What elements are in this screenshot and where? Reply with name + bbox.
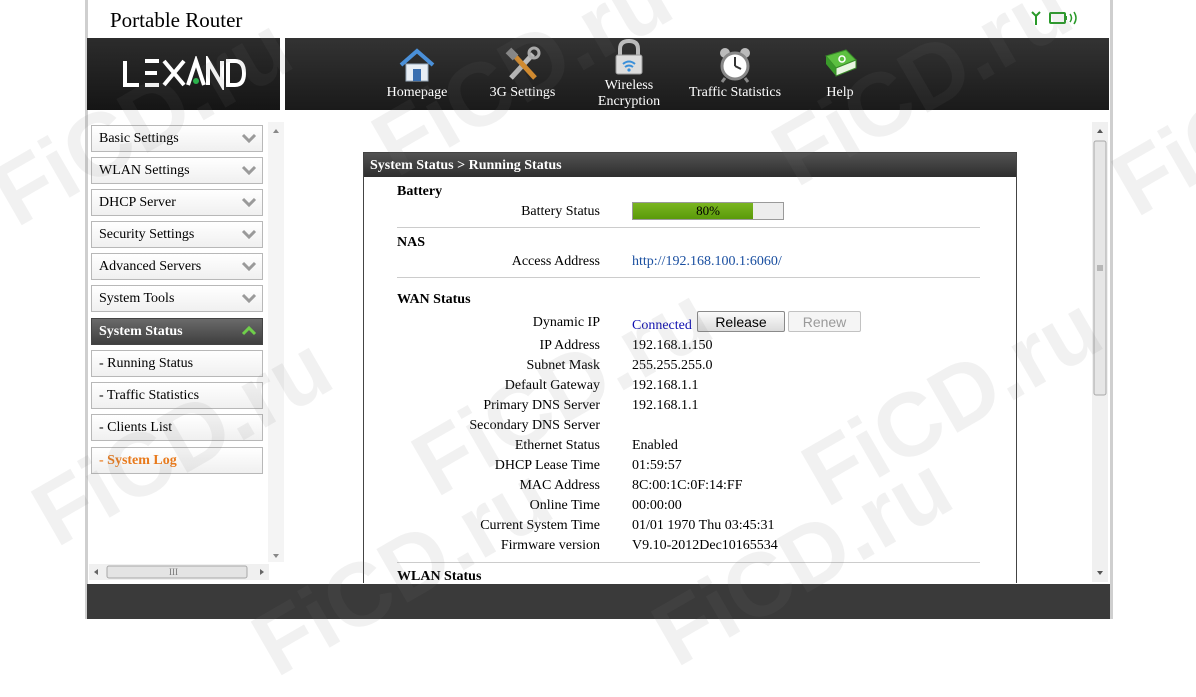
wan-field-label: Ethernet Status [514,438,600,453]
chevron-down-icon [241,197,257,208]
sidebar-item-system-tools[interactable]: System Tools [91,285,263,312]
antenna-icon [1031,11,1041,25]
wan-field-value: Enabled [632,438,678,453]
chevron-up-icon [241,325,257,336]
wan-field-value: 01/01 1970 Thu 03:45:31 [632,518,775,533]
nav-homepage[interactable]: Homepage [377,38,457,110]
sidebar-item-basic-settings[interactable]: Basic Settings [91,125,263,152]
top-navigation: Homepage 3G Settings Wireless Encryption… [285,38,1109,110]
sidebar-subitem-clients-list[interactable]: - Clients List [91,414,263,441]
status-panel: System Status > Running Status Battery B… [363,152,1017,583]
footer-bar [87,584,1110,619]
wan-field-label: MAC Address [519,478,600,493]
battery-icon [1049,11,1077,25]
section-title-wan: WAN Status [397,292,471,307]
sidebar-item-label: System Tools [99,291,175,306]
nav-wireless-encryption[interactable]: Wireless Encryption [585,38,673,110]
sidebar-item-label: - Clients List [99,420,173,435]
nav-label: Homepage [386,85,448,100]
divider [397,277,980,278]
wan-field-label: Primary DNS Server [483,398,600,413]
nav-label: Wireless Encryption [597,78,661,109]
wan-field-label: DHCP Lease Time [494,458,600,473]
lock-icon [615,38,643,75]
sidebar-menu: Basic Settings WLAN Settings DHCP Server… [87,118,285,583]
renew-button[interactable]: Renew [788,311,861,332]
sidebar-item-label: - Traffic Statistics [99,388,200,403]
sidebar-item-label: WLAN Settings [99,163,190,178]
battery-percent: 80% [696,203,720,218]
lexand-logo [123,56,247,90]
sidebar-subitem-system-log[interactable]: - System Log [91,447,263,474]
sidebar-subitem-traffic-statistics[interactable]: - Traffic Statistics [91,382,263,409]
wan-field-label: Default Gateway [504,378,600,393]
main-vertical-scrollbar[interactable] [1092,122,1108,582]
sidebar-vertical-scrollbar[interactable] [268,122,284,562]
home-icon [399,48,435,82]
main-content: System Status > Running Status Battery B… [290,118,1109,583]
alarm-clock-icon [720,48,750,83]
wan-field-label: Subnet Mask [526,358,601,373]
connection-status: Connected [632,318,692,333]
wan-field-label: Firmware version [500,538,600,553]
section-title-nas: NAS [397,235,426,250]
page-title: Portable Router [110,8,243,32]
sidebar-item-label: System Status [99,324,183,339]
section-title-wlan: WLAN Status [397,569,482,583]
nav-label: Traffic Statistics [688,85,782,100]
sidebar-item-dhcp-server[interactable]: DHCP Server [91,189,263,216]
sidebar-item-label: - System Log [99,453,177,468]
wan-field-value: 8C:00:1C:0F:14:FF [632,478,743,493]
wan-field-value: 192.168.1.1 [632,378,699,393]
tools-icon [505,46,540,80]
wan-field-label: Current System Time [480,518,600,533]
sidebar-item-label: DHCP Server [99,195,176,210]
nav-3g-settings[interactable]: 3G Settings [480,38,565,110]
sidebar-item-system-status[interactable]: System Status [91,318,263,345]
scrollbar-grip: III [169,567,178,577]
divider [397,562,980,563]
wan-field-value: 01:59:57 [632,458,682,473]
sidebar-item-wlan-settings[interactable]: WLAN Settings [91,157,263,184]
nav-label: Help [826,85,854,100]
wan-field-value: 00:00:00 [632,498,682,513]
wan-field-value: 255.255.255.0 [632,358,713,373]
battery-bar: 80% [632,202,784,220]
window-frame-right [1110,0,1113,619]
nav-label: 3G Settings [489,85,556,100]
chevron-down-icon [241,165,257,176]
sidebar-item-advanced-servers[interactable]: Advanced Servers [91,253,263,280]
sidebar-item-label: Advanced Servers [99,259,202,274]
logo-bar [87,38,280,110]
wan-field-value: 192.168.1.150 [632,338,713,353]
wan-field-label: Online Time [529,498,600,513]
sidebar-item-security-settings[interactable]: Security Settings [91,221,263,248]
access-address-label: Access Address [511,254,600,269]
sidebar-horizontal-scrollbar[interactable]: III [89,564,269,580]
help-book-icon [825,49,857,77]
chevron-down-icon [241,229,257,240]
battery-status-label: Battery Status [521,204,600,219]
wan-field-value: V9.10-2012Dec10165534 [632,538,778,553]
divider [397,227,980,228]
panel-title: System Status > Running Status [364,153,1016,177]
connection-type-label: Dynamic IP [532,315,600,330]
status-icons [1031,11,1077,25]
sidebar-item-label: Security Settings [99,227,195,242]
access-address-link[interactable]: http://192.168.100.1:6060/ [632,254,782,270]
nav-help[interactable]: Help [805,38,875,110]
sidebar-subitem-running-status[interactable]: - Running Status [91,350,263,377]
wan-field-label: IP Address [539,338,600,353]
chevron-down-icon [241,293,257,304]
release-button[interactable]: Release [697,311,785,332]
chevron-down-icon [241,133,257,144]
chevron-down-icon [241,261,257,272]
wan-field-label: Secondary DNS Server [469,418,600,433]
nav-traffic-statistics[interactable]: Traffic Statistics [685,38,785,110]
section-title-battery: Battery [397,184,443,199]
sidebar-item-label: - Running Status [99,356,194,371]
sidebar-item-label: Basic Settings [99,131,179,146]
wan-field-value: 192.168.1.1 [632,398,699,413]
